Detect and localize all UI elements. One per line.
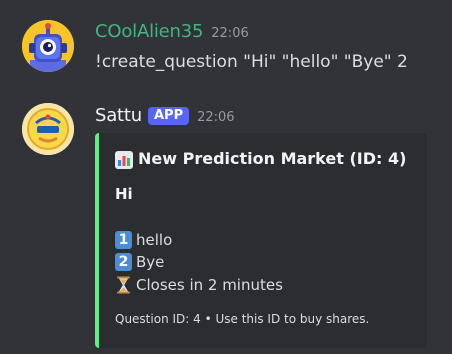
message-item: Sattu APP 22:06 New Prediction Market (I… — [0, 98, 452, 354]
close-time-line: Closes in 2 minutes — [115, 276, 283, 294]
option-item: 2 Bye — [115, 253, 164, 271]
hourglass-icon — [115, 276, 132, 294]
chat-area: COolAlien35 22:06 !create_question "Hi" … — [0, 0, 452, 354]
super-kings-logo-icon — [22, 103, 74, 155]
alien-robot-avatar-icon — [22, 20, 74, 72]
option-label: Bye — [136, 253, 165, 271]
option-label: hello — [136, 231, 173, 249]
bar-chart-icon — [115, 150, 133, 169]
embed-question: Hi — [115, 185, 133, 203]
keycap-2-icon: 2 — [115, 253, 132, 271]
timestamp: 22:06 — [197, 110, 235, 125]
embed-accent-bar — [95, 133, 99, 348]
embed-footer: Question ID: 4 • Use this ID to buy shar… — [115, 312, 370, 326]
embed-title: New Prediction Market (ID: 4) — [115, 149, 407, 169]
app-badge: APP — [147, 107, 190, 125]
embed-title-text: New Prediction Market (ID: 4) — [138, 149, 407, 168]
timestamp: 22:06 — [211, 26, 249, 41]
bot-avatar[interactable] — [22, 103, 74, 155]
message-item: COolAlien35 22:06 !create_question "Hi" … — [0, 0, 452, 95]
username[interactable]: COolAlien35 — [95, 21, 203, 42]
close-time-text: Closes in 2 minutes — [136, 276, 283, 294]
option-item: 1 hello — [115, 231, 172, 249]
keycap-1-icon: 1 — [115, 231, 132, 249]
message-header: COolAlien35 22:06 — [95, 21, 249, 42]
message-header: Sattu APP 22:06 — [95, 105, 235, 127]
username[interactable]: Sattu — [95, 105, 142, 126]
user-avatar[interactable] — [22, 20, 74, 72]
prediction-embed: New Prediction Market (ID: 4) Hi 1 hello… — [95, 133, 427, 348]
message-content: !create_question "Hi" "hello" "Bye" 2 — [95, 52, 408, 72]
